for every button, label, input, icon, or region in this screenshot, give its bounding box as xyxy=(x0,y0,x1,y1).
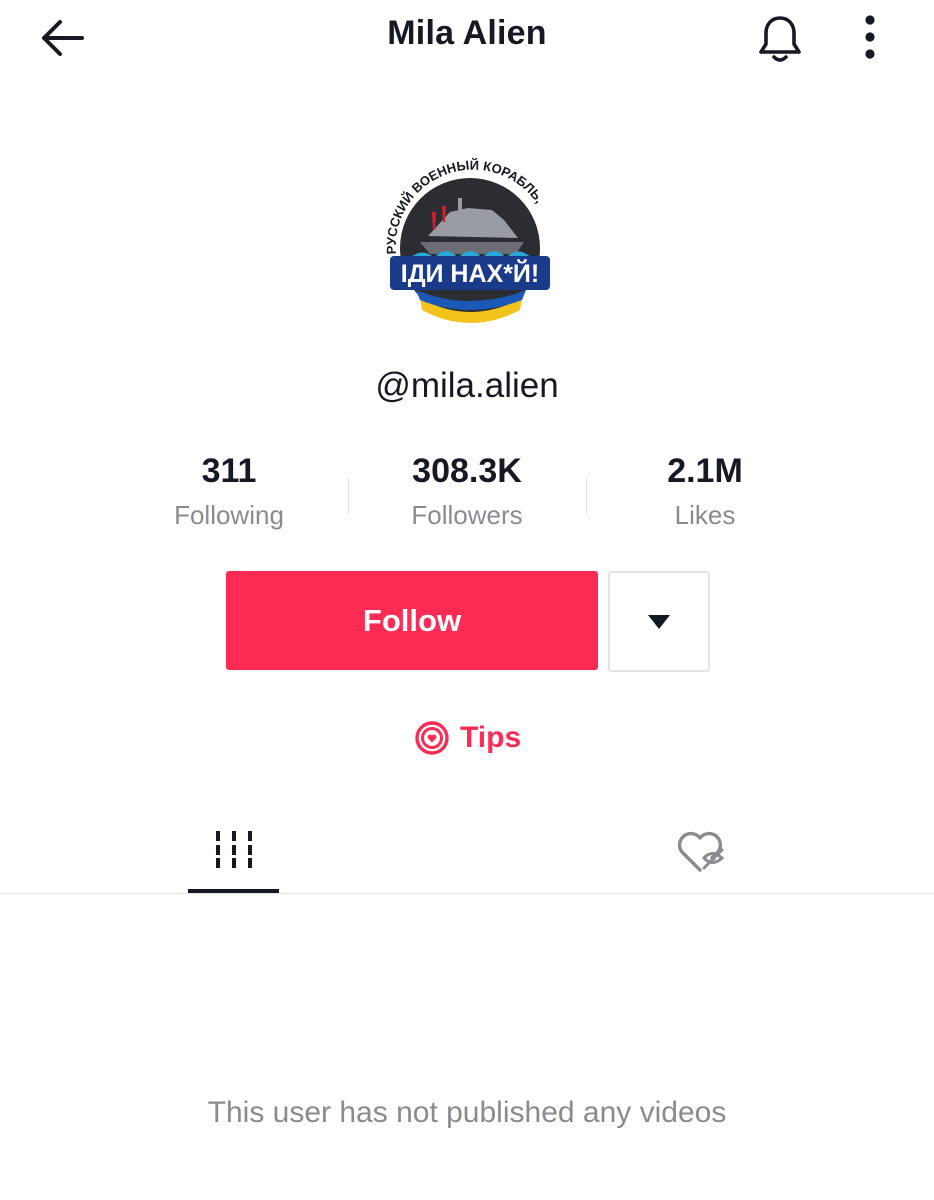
tips-label: Tips xyxy=(460,721,522,754)
liked-hidden-icon xyxy=(677,831,725,872)
username: @mila.alien xyxy=(375,366,559,405)
stat-following[interactable]: 311 Following xyxy=(110,448,348,531)
follow-button[interactable]: Follow xyxy=(226,571,598,670)
avatar[interactable]: ІДИ НАХ*Й! РУССКИЙ ВОЕННЫЙ КОРАБЛЬ, xyxy=(372,150,568,338)
caret-down-icon xyxy=(648,615,670,629)
tabs-divider xyxy=(0,893,934,894)
empty-state-message: This user has not published any videos xyxy=(207,1096,727,1129)
stat-value: 311 xyxy=(201,452,257,490)
stat-value: 2.1M xyxy=(667,452,743,490)
profile-page: Mila Alien ІДИ НАХ*Й! РУССКИЙ ВОЕННЫЙ КО… xyxy=(0,0,934,1200)
bell-icon xyxy=(759,16,801,62)
stat-label: Likes xyxy=(674,500,736,530)
tab-liked-videos[interactable] xyxy=(660,818,744,892)
tab-videos[interactable] xyxy=(188,818,280,892)
stat-value: 308.3K xyxy=(412,452,522,490)
stat-followers[interactable]: 308.3K Followers xyxy=(348,448,586,531)
more-options-button[interactable] xyxy=(848,10,892,66)
stat-label: Following xyxy=(174,500,284,530)
notifications-button[interactable] xyxy=(752,10,808,66)
avatar-main-text: ІДИ НАХ*Й! xyxy=(401,258,539,288)
tips-heart-icon xyxy=(415,721,449,755)
stat-label: Followers xyxy=(411,500,523,530)
stat-likes[interactable]: 2.1M Likes xyxy=(586,448,824,531)
videos-grid-icon xyxy=(216,831,252,868)
more-vertical-icon xyxy=(865,15,875,59)
top-bar: Mila Alien xyxy=(0,0,934,80)
stats-row: 311 Following 308.3K Followers 2.1M Like… xyxy=(110,448,824,548)
avatar-image: ІДИ НАХ*Й! РУССКИЙ ВОЕННЫЙ КОРАБЛЬ, xyxy=(384,158,556,332)
suggested-accounts-dropdown-button[interactable] xyxy=(608,571,710,672)
